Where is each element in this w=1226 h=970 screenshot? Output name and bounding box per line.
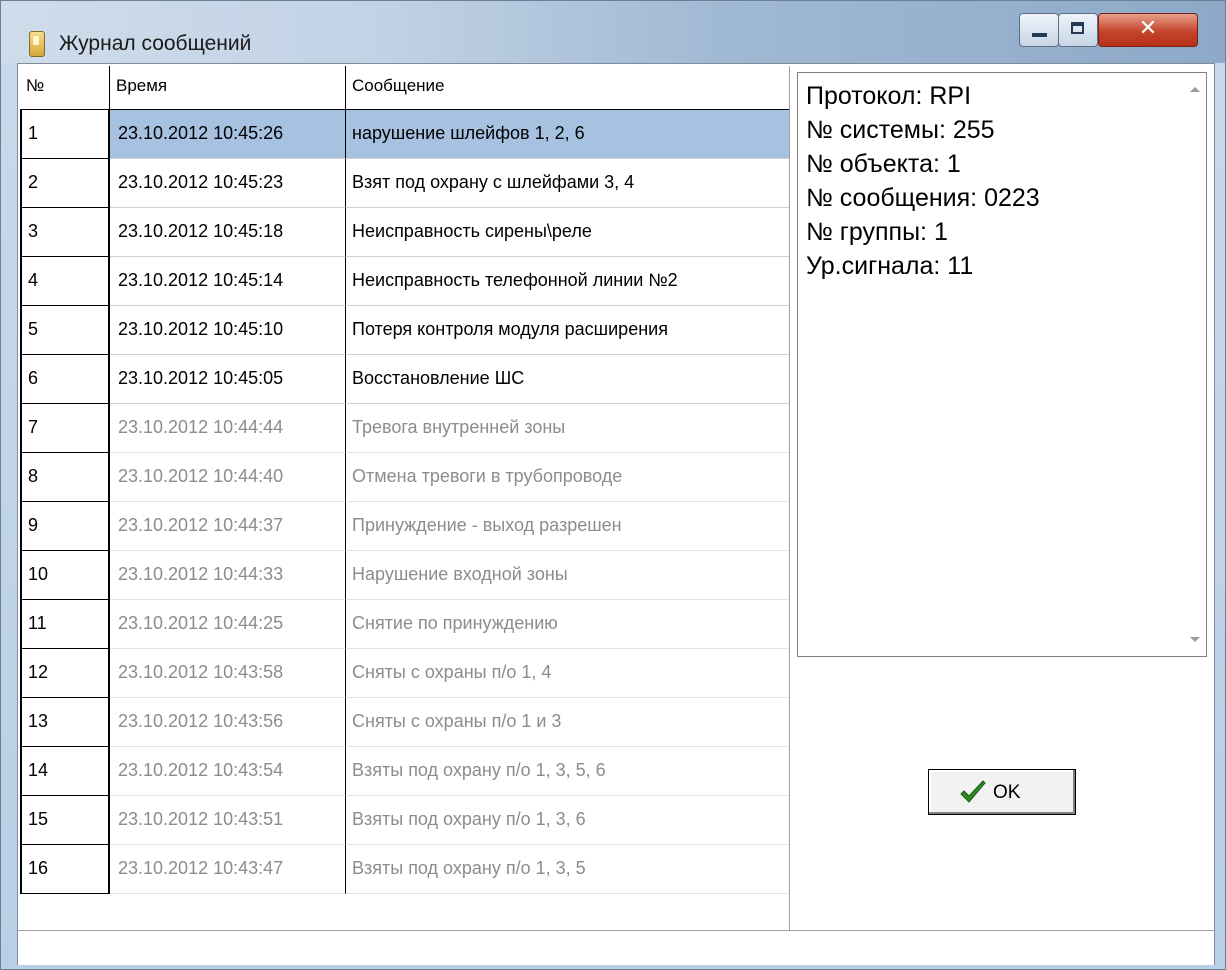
table-row[interactable]: 12 23.10.2012 10:43:58 Сняты с охраны п/о … bbox=[20, 649, 789, 698]
row-time: 23.10.2012 10:44:33 bbox=[110, 551, 346, 600]
row-time: 23.10.2012 10:44:37 bbox=[110, 502, 346, 551]
row-number: 2 bbox=[20, 159, 110, 208]
scroll-up-icon[interactable] bbox=[1190, 87, 1200, 92]
table-row[interactable]: 8 23.10.2012 10:44:40 Отмена тревоги в тру… bbox=[20, 453, 789, 502]
column-header-time[interactable]: Время bbox=[110, 66, 346, 109]
table-row[interactable]: 14 23.10.2012 10:43:54 Взяты под охрану п/… bbox=[20, 747, 789, 796]
minimize-icon bbox=[1032, 33, 1047, 37]
row-time: 23.10.2012 10:45:23 bbox=[110, 159, 346, 208]
row-time: 23.10.2012 10:43:47 bbox=[110, 845, 346, 894]
row-message: Взяты под охрану п/о 1, 3, 5 bbox=[346, 845, 789, 894]
row-message: Неисправность сирены\реле bbox=[346, 208, 789, 257]
row-message: Восстановление ШС bbox=[346, 355, 789, 404]
status-bar bbox=[18, 930, 1214, 965]
row-time: 23.10.2012 10:44:40 bbox=[110, 453, 346, 502]
scroll-down-icon[interactable] bbox=[1190, 637, 1200, 642]
row-number: 7 bbox=[20, 404, 110, 453]
minimize-button[interactable] bbox=[1019, 13, 1059, 47]
close-button[interactable]: ✕ bbox=[1098, 13, 1198, 47]
row-time: 23.10.2012 10:45:26 bbox=[110, 110, 346, 159]
row-time: 23.10.2012 10:44:44 bbox=[110, 404, 346, 453]
message-log-window: Журнал сообщений ✕ № Время Сообщение 1 23… bbox=[0, 0, 1226, 970]
check-icon bbox=[960, 780, 986, 803]
table-row[interactable]: 13 23.10.2012 10:43:56 Сняты с охраны п/о … bbox=[20, 698, 789, 747]
details-scrollbar[interactable] bbox=[1182, 73, 1206, 656]
details-text: Протокол: RPI № системы: 255 № объекта: 1 №… bbox=[806, 79, 1176, 283]
app-icon bbox=[29, 31, 45, 57]
row-number: 12 bbox=[20, 649, 110, 698]
row-time: 23.10.2012 10:45:14 bbox=[110, 257, 346, 306]
details-line: № объекта: 1 bbox=[806, 150, 961, 178]
details-line: № системы: 255 bbox=[806, 116, 995, 144]
row-time: 23.10.2012 10:45:18 bbox=[110, 208, 346, 257]
table-row[interactable]: 16 23.10.2012 10:43:47 Взяты под охрану п/… bbox=[20, 845, 789, 894]
client-area: № Время Сообщение 1 23.10.2012 10:45:26 на… bbox=[17, 63, 1215, 965]
row-number: 1 bbox=[20, 110, 110, 159]
row-message: Потеря контроля модуля расширения bbox=[346, 306, 789, 355]
maximize-button[interactable] bbox=[1058, 13, 1098, 47]
table-row[interactable]: 9 23.10.2012 10:44:37 Принуждение - выход … bbox=[20, 502, 789, 551]
table-row[interactable]: 7 23.10.2012 10:44:44 Тревога внутренней з… bbox=[20, 404, 789, 453]
row-message: Сняты с охраны п/о 1 и 3 bbox=[346, 698, 789, 747]
row-number: 3 bbox=[20, 208, 110, 257]
ok-button-label: OK bbox=[993, 782, 1021, 803]
row-message: Принуждение - выход разрешен bbox=[346, 502, 789, 551]
column-header-message[interactable]: Сообщение bbox=[346, 66, 789, 109]
row-message: Взяты под охрану п/о 1, 3, 6 bbox=[346, 796, 789, 845]
table-row[interactable]: 1 23.10.2012 10:45:26 нарушение шлейфов 1,… bbox=[20, 110, 789, 159]
row-time: 23.10.2012 10:45:05 bbox=[110, 355, 346, 404]
row-message: нарушение шлейфов 1, 2, 6 bbox=[346, 110, 789, 159]
row-time: 23.10.2012 10:43:58 bbox=[110, 649, 346, 698]
table-row[interactable]: 5 23.10.2012 10:45:10 Потеря контроля моду… bbox=[20, 306, 789, 355]
row-message: Нарушение входной зоны bbox=[346, 551, 789, 600]
row-number: 10 bbox=[20, 551, 110, 600]
row-number: 8 bbox=[20, 453, 110, 502]
row-message: Снятие по принуждению bbox=[346, 600, 789, 649]
table-row[interactable]: 4 23.10.2012 10:45:14 Неисправность телефо… bbox=[20, 257, 789, 306]
row-time: 23.10.2012 10:43:56 bbox=[110, 698, 346, 747]
title-bar[interactable]: Журнал сообщений ✕ bbox=[1, 1, 1225, 63]
row-message: Отмена тревоги в трубопроводе bbox=[346, 453, 789, 502]
window-title: Журнал сообщений bbox=[59, 32, 252, 55]
row-message: Неисправность телефонной линии №2 bbox=[346, 257, 789, 306]
row-number: 14 bbox=[20, 747, 110, 796]
row-time: 23.10.2012 10:43:54 bbox=[110, 747, 346, 796]
column-header-number[interactable]: № bbox=[20, 66, 110, 109]
table-header: № Время Сообщение bbox=[20, 66, 789, 110]
table-row[interactable]: 11 23.10.2012 10:44:25 Снятие по принужден… bbox=[20, 600, 789, 649]
row-number: 5 bbox=[20, 306, 110, 355]
message-table: № Время Сообщение 1 23.10.2012 10:45:26 на… bbox=[20, 66, 790, 930]
row-time: 23.10.2012 10:43:51 bbox=[110, 796, 346, 845]
row-number: 13 bbox=[20, 698, 110, 747]
table-row[interactable]: 6 23.10.2012 10:45:05 Восстановление ШС bbox=[20, 355, 789, 404]
row-message: Тревога внутренней зоны bbox=[346, 404, 789, 453]
message-details-box[interactable]: Протокол: RPI № системы: 255 № объекта: 1 №… bbox=[797, 72, 1207, 657]
ok-button[interactable]: OK bbox=[928, 769, 1076, 815]
table-body: 1 23.10.2012 10:45:26 нарушение шлейфов 1,… bbox=[20, 110, 789, 894]
row-number: 16 bbox=[20, 845, 110, 894]
row-time: 23.10.2012 10:44:25 bbox=[110, 600, 346, 649]
row-number: 15 bbox=[20, 796, 110, 845]
details-line: № сообщения: 0223 bbox=[806, 184, 1040, 212]
details-line: Ур.сигнала: 11 bbox=[806, 252, 974, 280]
row-number: 4 bbox=[20, 257, 110, 306]
row-number: 6 bbox=[20, 355, 110, 404]
maximize-icon bbox=[1071, 22, 1084, 34]
details-line: № группы: 1 bbox=[806, 218, 948, 246]
row-number: 11 bbox=[20, 600, 110, 649]
row-message: Взят под охрану с шлейфами 3, 4 bbox=[346, 159, 789, 208]
close-icon: ✕ bbox=[1138, 16, 1158, 41]
details-line: Протокол: RPI bbox=[806, 82, 972, 110]
table-row[interactable]: 10 23.10.2012 10:44:33 Нарушение входной з… bbox=[20, 551, 789, 600]
table-row[interactable]: 2 23.10.2012 10:45:23 Взят под охрану с шл… bbox=[20, 159, 789, 208]
row-time: 23.10.2012 10:45:10 bbox=[110, 306, 346, 355]
table-row[interactable]: 15 23.10.2012 10:43:51 Взяты под охрану п/… bbox=[20, 796, 789, 845]
table-row[interactable]: 3 23.10.2012 10:45:18 Неисправность сирены… bbox=[20, 208, 789, 257]
row-number: 9 bbox=[20, 502, 110, 551]
row-message: Взяты под охрану п/о 1, 3, 5, 6 bbox=[346, 747, 789, 796]
row-message: Сняты с охраны п/о 1, 4 bbox=[346, 649, 789, 698]
